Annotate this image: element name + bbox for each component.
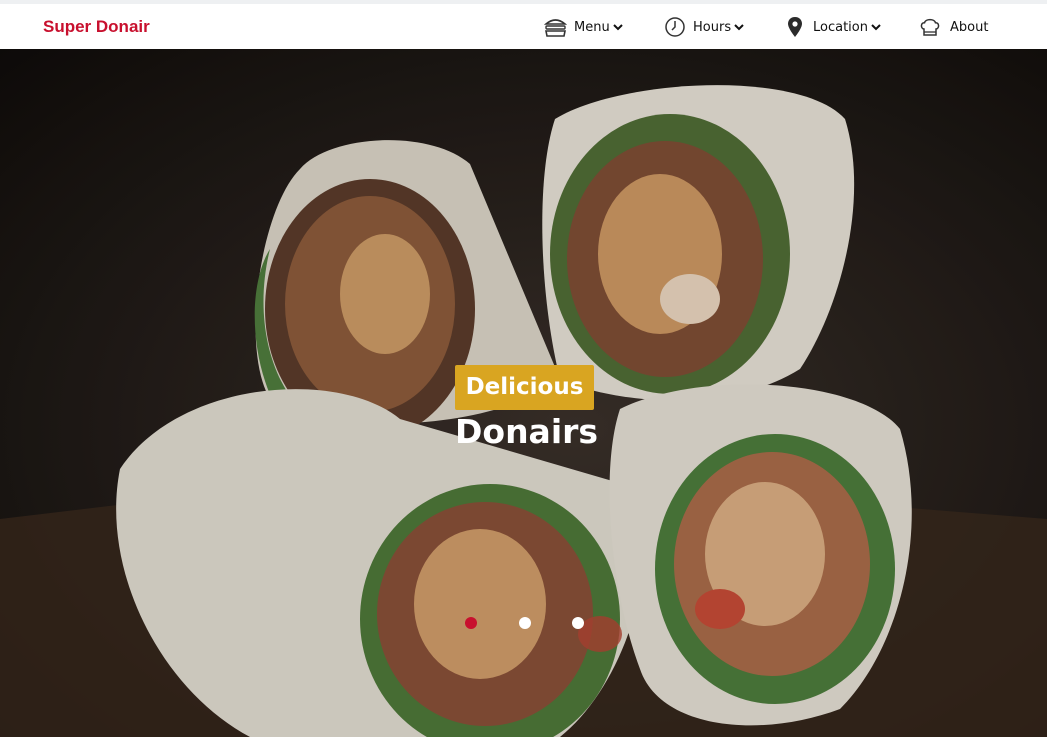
nav-about-label: About — [950, 19, 989, 35]
slider-dot-3[interactable] — [572, 617, 584, 629]
hero-slider: Delicious Donairs — [0, 49, 1047, 737]
chef-hat-icon — [919, 16, 941, 38]
slider-dot-1[interactable] — [465, 617, 477, 629]
nav-menu[interactable]: Menu — [544, 15, 623, 39]
hero-title: Donairs — [455, 412, 599, 451]
nav-hours-label: Hours — [693, 19, 732, 35]
slider-dot-2[interactable] — [519, 617, 531, 629]
navbar: Super Donair Menu Hours Location About — [0, 4, 1047, 49]
nav-location-label: Location — [813, 19, 868, 35]
chevron-down-icon — [612, 23, 623, 31]
chevron-down-icon — [734, 23, 744, 31]
nav-menu-label: Menu — [574, 19, 610, 35]
brand-logo-link[interactable]: Super Donair — [43, 17, 150, 37]
slider-dots — [465, 617, 595, 631]
hero-badge: Delicious — [455, 365, 594, 410]
clock-icon — [664, 16, 686, 38]
nav-hours[interactable]: Hours — [664, 15, 744, 39]
map-pin-icon — [787, 16, 803, 38]
chevron-down-icon — [871, 23, 881, 31]
nav-about[interactable]: About — [919, 15, 988, 39]
nav-location[interactable]: Location — [787, 15, 881, 39]
burger-icon — [544, 16, 567, 38]
